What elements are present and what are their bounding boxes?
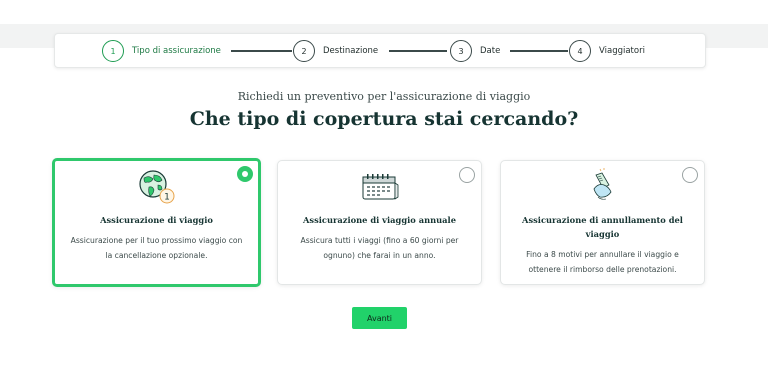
svg-text:1: 1 [164,193,170,203]
step-label: Viaggiatori [599,46,645,56]
step-type[interactable]: 1 Tipo di assicurazione [102,39,221,63]
step-travellers[interactable]: 4 Viaggiatori [569,39,645,63]
cancel-hand-icon [588,167,618,207]
page-title: Che tipo di copertura stai cercando? [189,108,579,130]
option-description: Assicura tutti i viaggi (fino a 60 giorn… [300,236,459,260]
page-subtitle: Richiedi un preventivo per l'assicurazio… [237,90,531,103]
step-connector [510,50,568,52]
step-dates[interactable]: 3 Date [450,39,500,63]
option-title: Assicurazione di viaggio [100,215,213,225]
option-card-cancellation[interactable]: Assicurazione di annullamento del viaggi… [500,160,705,285]
option-radio[interactable] [459,167,475,183]
step-connector [389,50,447,52]
step-number: 2 [293,40,315,62]
step-number: 4 [569,40,591,62]
step-destination[interactable]: 2 Destinazione [293,39,378,63]
step-label: Date [480,46,501,56]
step-label: Destinazione [323,46,379,56]
step-number: 1 [102,40,124,62]
option-card-travel[interactable]: 1 Assicurazione di viaggio Assicurazione… [52,158,261,287]
next-button[interactable]: Avanti [352,307,407,329]
step-label: Tipo di assicurazione [132,46,221,56]
option-radio[interactable] [682,167,698,183]
option-title: Assicurazione di annullamento del viaggi… [522,215,683,239]
calendar-icon [360,173,400,205]
progress-stepper: 1 Tipo di assicurazione 2 Destinazione 3… [54,33,706,68]
step-number: 3 [450,40,472,62]
globe-icon: 1 [137,169,177,209]
step-connector [231,50,292,52]
option-description: Fino a 8 motivi per annullare il viaggio… [526,250,679,274]
option-radio[interactable] [237,166,253,182]
option-description: Assicurazione per il tuo prossimo viaggi… [70,236,243,260]
option-card-annual[interactable]: Assicurazione di viaggio annuale Assicur… [277,160,482,285]
option-title: Assicurazione di viaggio annuale [302,215,456,225]
